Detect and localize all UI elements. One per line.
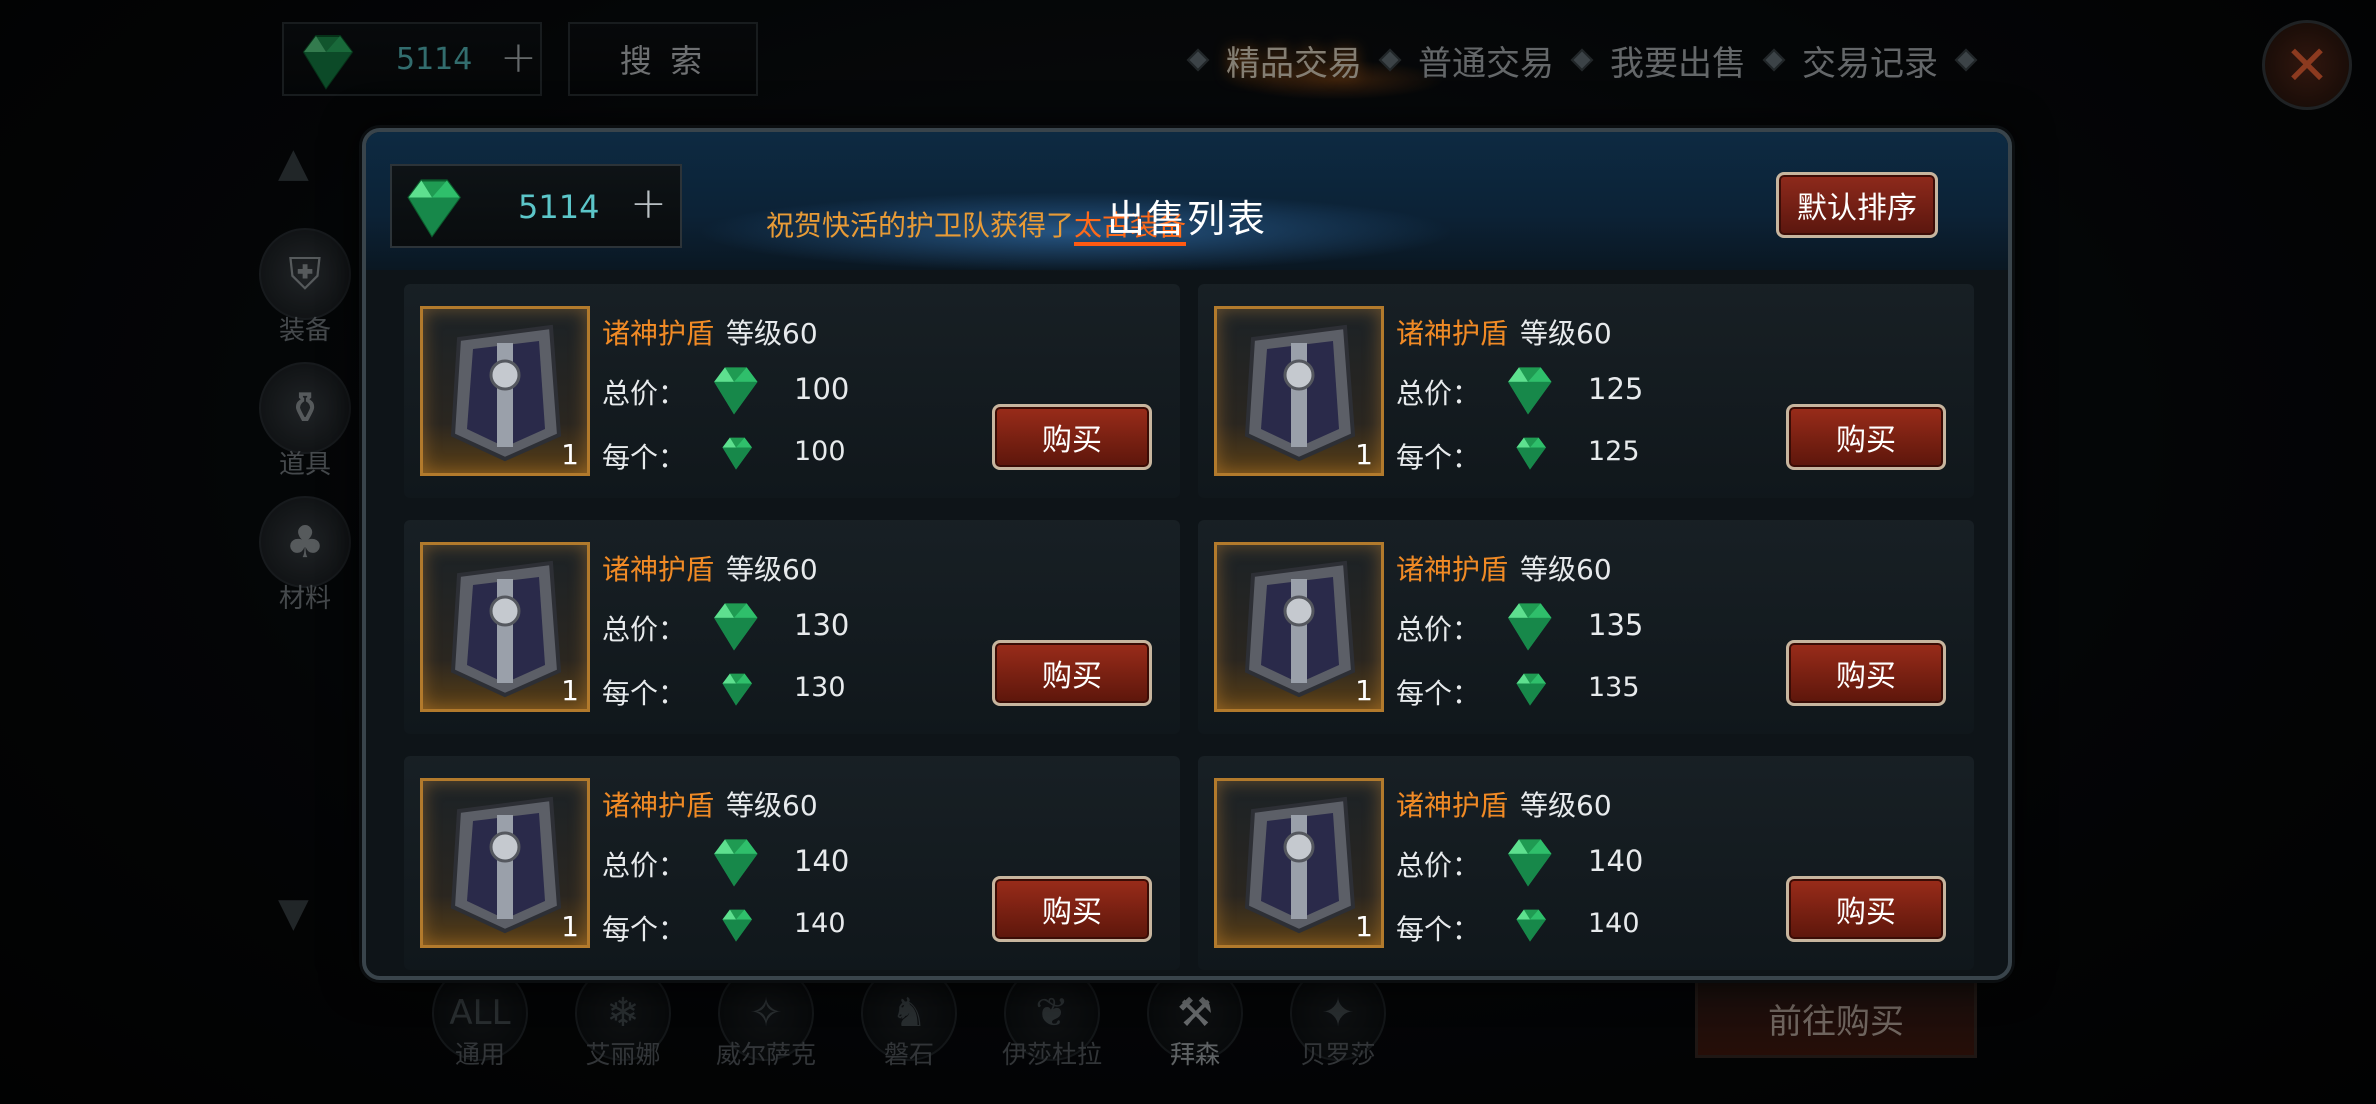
item-quantity: 1 [1355,438,1373,471]
item-level: 等级60 [726,553,818,586]
item-slot[interactable]: 1 [420,306,590,476]
sell-list-modal: 5114 + 祝贺快活的护卫队获得了太古装备 出售列表 默认排序 1 诸神护盾 … [362,128,2012,980]
default-sort-button[interactable]: 默认排序 [1776,172,1938,238]
unit-price-label: 每个： [602,677,687,710]
item-level: 等级60 [726,317,818,350]
listing-card: 1 诸神护盾 等级60 总价： 135 每个： 135 购买 [1198,520,1974,734]
unit-price-value: 100 [794,436,846,467]
item-level: 等级60 [1520,317,1612,350]
unit-price-label: 每个： [602,913,687,946]
unit-price-value: 130 [794,672,846,703]
buy-button[interactable]: 购买 [1786,640,1946,706]
listing-card: 1 诸神护盾 等级60 总价： 140 每个： 140 购买 [1198,756,1974,970]
item-name: 诸神护盾 [602,317,715,350]
item-slot[interactable]: 1 [1214,542,1384,712]
total-price-value: 100 [794,372,850,406]
total-price-label: 总价： [1396,849,1481,882]
unit-price-value: 125 [1588,436,1640,467]
unit-price-value: 135 [1588,672,1640,703]
buy-button[interactable]: 购买 [1786,404,1946,470]
buy-button[interactable]: 购买 [1786,876,1946,942]
item-slot[interactable]: 1 [420,778,590,948]
item-slot[interactable]: 1 [420,542,590,712]
total-price-label: 总价： [602,849,687,882]
emerald-gem-icon [722,673,752,706]
buy-button[interactable]: 购买 [992,404,1152,470]
total-price-label: 总价： [1396,613,1481,646]
unit-price-label: 每个： [1396,677,1481,710]
emerald-gem-icon [1516,909,1546,942]
emerald-gem-icon [722,437,752,470]
item-name: 诸神护盾 [602,789,715,822]
listing-card: 1 诸神护盾 等级60 总价： 100 每个： 100 购买 [404,284,1180,498]
item-quantity: 1 [561,438,579,471]
modal-title: 出售列表 [1106,197,1267,241]
emerald-gem-icon [714,367,758,415]
item-name: 诸神护盾 [1396,317,1509,350]
emerald-gem-icon [1508,603,1552,651]
item-slot[interactable]: 1 [1214,306,1384,476]
emerald-gem-icon [1516,673,1546,706]
emerald-gem-icon [1508,367,1552,415]
total-price-label: 总价： [602,613,687,646]
total-price-label: 总价： [1396,377,1481,410]
emerald-gem-icon [714,839,758,887]
item-level: 等级60 [726,789,818,822]
unit-price-value: 140 [794,908,846,939]
unit-price-label: 每个： [602,441,687,474]
item-level: 等级60 [1520,789,1612,822]
listing-card: 1 诸神护盾 等级60 总价： 125 每个： 125 购买 [1198,284,1974,498]
item-slot[interactable]: 1 [1214,778,1384,948]
emerald-gem-icon [1508,839,1552,887]
unit-price-label: 每个： [1396,913,1481,946]
item-quantity: 1 [561,910,579,943]
item-level: 等级60 [1520,553,1612,586]
total-price-value: 140 [1588,844,1644,878]
unit-price-label: 每个： [1396,441,1481,474]
listing-card: 1 诸神护盾 等级60 总价： 130 每个： 130 购买 [404,520,1180,734]
emerald-gem-icon [722,909,752,942]
item-quantity: 1 [1355,910,1373,943]
total-price-value: 140 [794,844,850,878]
item-name: 诸神护盾 [1396,789,1509,822]
buy-button[interactable]: 购买 [992,640,1152,706]
listing-card: 1 诸神护盾 等级60 总价： 140 每个： 140 购买 [404,756,1180,970]
total-price-value: 135 [1588,608,1644,642]
item-name: 诸神护盾 [602,553,715,586]
total-price-value: 130 [794,608,850,642]
item-name: 诸神护盾 [1396,553,1509,586]
emerald-gem-icon [714,603,758,651]
unit-price-value: 140 [1588,908,1640,939]
item-quantity: 1 [1355,674,1373,707]
trade-screen: { "currency": { "amount": "5114", "plus"… [0,0,2376,1104]
buy-button[interactable]: 购买 [992,876,1152,942]
total-price-label: 总价： [602,377,687,410]
item-quantity: 1 [561,674,579,707]
emerald-gem-icon [1516,437,1546,470]
total-price-value: 125 [1588,372,1644,406]
